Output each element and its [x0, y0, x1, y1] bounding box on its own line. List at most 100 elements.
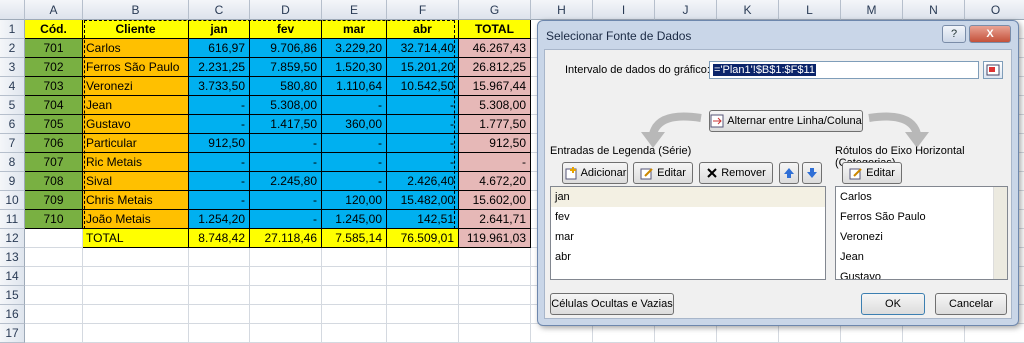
- total-cell[interactable]: 5.308,00: [459, 96, 531, 115]
- column-header[interactable]: M: [841, 0, 903, 20]
- grand-total-cell[interactable]: 119.961,03: [459, 229, 531, 248]
- total-cell[interactable]: 912,50: [459, 134, 531, 153]
- value-cell[interactable]: 616,97: [189, 39, 250, 58]
- client-cell[interactable]: Veronezi: [83, 77, 189, 96]
- code-cell[interactable]: 707: [25, 153, 83, 172]
- header-cell[interactable]: Cliente: [83, 20, 189, 39]
- empty-cell[interactable]: [459, 267, 531, 286]
- totals-cell[interactable]: 76.509,01: [387, 229, 459, 248]
- value-cell[interactable]: 2.245,80: [250, 172, 322, 191]
- range-input[interactable]: ='Plan1'!$B$1:$F$11: [709, 61, 979, 79]
- value-cell[interactable]: -: [387, 115, 459, 134]
- empty-cell[interactable]: [189, 267, 250, 286]
- empty-cell[interactable]: [189, 305, 250, 324]
- empty-cell[interactable]: [655, 324, 717, 343]
- help-button[interactable]: ?: [942, 25, 966, 43]
- empty-cell[interactable]: [903, 324, 965, 343]
- client-cell[interactable]: João Metais: [83, 210, 189, 229]
- value-cell[interactable]: 2.426,40: [387, 172, 459, 191]
- column-header[interactable]: K: [717, 0, 779, 20]
- empty-cell[interactable]: [250, 267, 322, 286]
- value-cell[interactable]: 5.308,00: [250, 96, 322, 115]
- value-cell[interactable]: 2.231,25: [189, 58, 250, 77]
- move-up-button[interactable]: [779, 162, 799, 184]
- empty-cell[interactable]: [387, 267, 459, 286]
- code-cell[interactable]: 708: [25, 172, 83, 191]
- value-cell[interactable]: -: [322, 96, 387, 115]
- empty-cell[interactable]: [387, 324, 459, 343]
- row-header[interactable]: 5: [0, 96, 25, 115]
- value-cell[interactable]: -: [189, 191, 250, 210]
- client-cell[interactable]: Ric Metais: [83, 153, 189, 172]
- value-cell[interactable]: -: [250, 191, 322, 210]
- empty-cell[interactable]: [322, 248, 387, 267]
- row-header[interactable]: 4: [0, 77, 25, 96]
- value-cell[interactable]: 32.714,40: [387, 39, 459, 58]
- select-all-corner[interactable]: [0, 0, 25, 20]
- remove-series-button[interactable]: Remover: [699, 162, 773, 184]
- column-header[interactable]: C: [189, 0, 250, 20]
- totals-cell[interactable]: 8.748,42: [189, 229, 250, 248]
- empty-cell[interactable]: [25, 229, 83, 248]
- value-cell[interactable]: 912,50: [189, 134, 250, 153]
- value-cell[interactable]: 3.229,20: [322, 39, 387, 58]
- row-header[interactable]: 1: [0, 20, 25, 39]
- code-cell[interactable]: 703: [25, 77, 83, 96]
- value-cell[interactable]: -: [387, 134, 459, 153]
- value-cell[interactable]: 1.254,20: [189, 210, 250, 229]
- value-cell[interactable]: 120,00: [322, 191, 387, 210]
- total-cell[interactable]: 2.641,71: [459, 210, 531, 229]
- column-header[interactable]: G: [459, 0, 531, 20]
- empty-cell[interactable]: [25, 286, 83, 305]
- ok-button[interactable]: OK: [861, 293, 925, 315]
- empty-cell[interactable]: [83, 324, 189, 343]
- cancel-button[interactable]: Cancelar: [935, 293, 1007, 315]
- empty-cell[interactable]: [965, 324, 1024, 343]
- value-cell[interactable]: 7.859,50: [250, 58, 322, 77]
- empty-cell[interactable]: [322, 286, 387, 305]
- column-header[interactable]: D: [250, 0, 322, 20]
- category-item[interactable]: Jean: [836, 247, 1007, 267]
- header-cell[interactable]: jan: [189, 20, 250, 39]
- totals-cell[interactable]: 7.585,14: [322, 229, 387, 248]
- empty-cell[interactable]: [459, 248, 531, 267]
- column-header[interactable]: O: [965, 0, 1024, 20]
- empty-cell[interactable]: [387, 248, 459, 267]
- empty-cell[interactable]: [83, 248, 189, 267]
- category-item[interactable]: Gustavo: [836, 267, 1007, 279]
- row-header[interactable]: 7: [0, 134, 25, 153]
- code-cell[interactable]: 702: [25, 58, 83, 77]
- value-cell[interactable]: -: [189, 115, 250, 134]
- client-cell[interactable]: Particular: [83, 134, 189, 153]
- client-cell[interactable]: Sival: [83, 172, 189, 191]
- empty-cell[interactable]: [841, 324, 903, 343]
- empty-cell[interactable]: [250, 286, 322, 305]
- value-cell[interactable]: -: [189, 153, 250, 172]
- row-header[interactable]: 11: [0, 210, 25, 229]
- empty-cell[interactable]: [83, 305, 189, 324]
- empty-cell[interactable]: [25, 267, 83, 286]
- code-cell[interactable]: 701: [25, 39, 83, 58]
- row-header[interactable]: 9: [0, 172, 25, 191]
- column-header[interactable]: I: [593, 0, 655, 20]
- close-button[interactable]: X: [969, 25, 1011, 43]
- collapse-range-button[interactable]: [983, 61, 1003, 79]
- total-cell[interactable]: 46.267,43: [459, 39, 531, 58]
- row-header[interactable]: 13: [0, 248, 25, 267]
- category-item[interactable]: Ferros São Paulo: [836, 207, 1007, 227]
- row-header[interactable]: 17: [0, 324, 25, 343]
- total-cell[interactable]: -: [459, 153, 531, 172]
- value-cell[interactable]: -: [322, 134, 387, 153]
- empty-cell[interactable]: [387, 286, 459, 305]
- empty-cell[interactable]: [459, 305, 531, 324]
- add-series-button[interactable]: Adicionar: [562, 162, 628, 184]
- empty-cell[interactable]: [25, 305, 83, 324]
- value-cell[interactable]: 1.520,30: [322, 58, 387, 77]
- row-header[interactable]: 15: [0, 286, 25, 305]
- total-cell[interactable]: 1.777,50: [459, 115, 531, 134]
- header-cell[interactable]: TOTAL: [459, 20, 531, 39]
- value-cell[interactable]: 15.482,00: [387, 191, 459, 210]
- empty-cell[interactable]: [717, 324, 779, 343]
- move-down-button[interactable]: [802, 162, 822, 184]
- total-cell[interactable]: 15.602,00: [459, 191, 531, 210]
